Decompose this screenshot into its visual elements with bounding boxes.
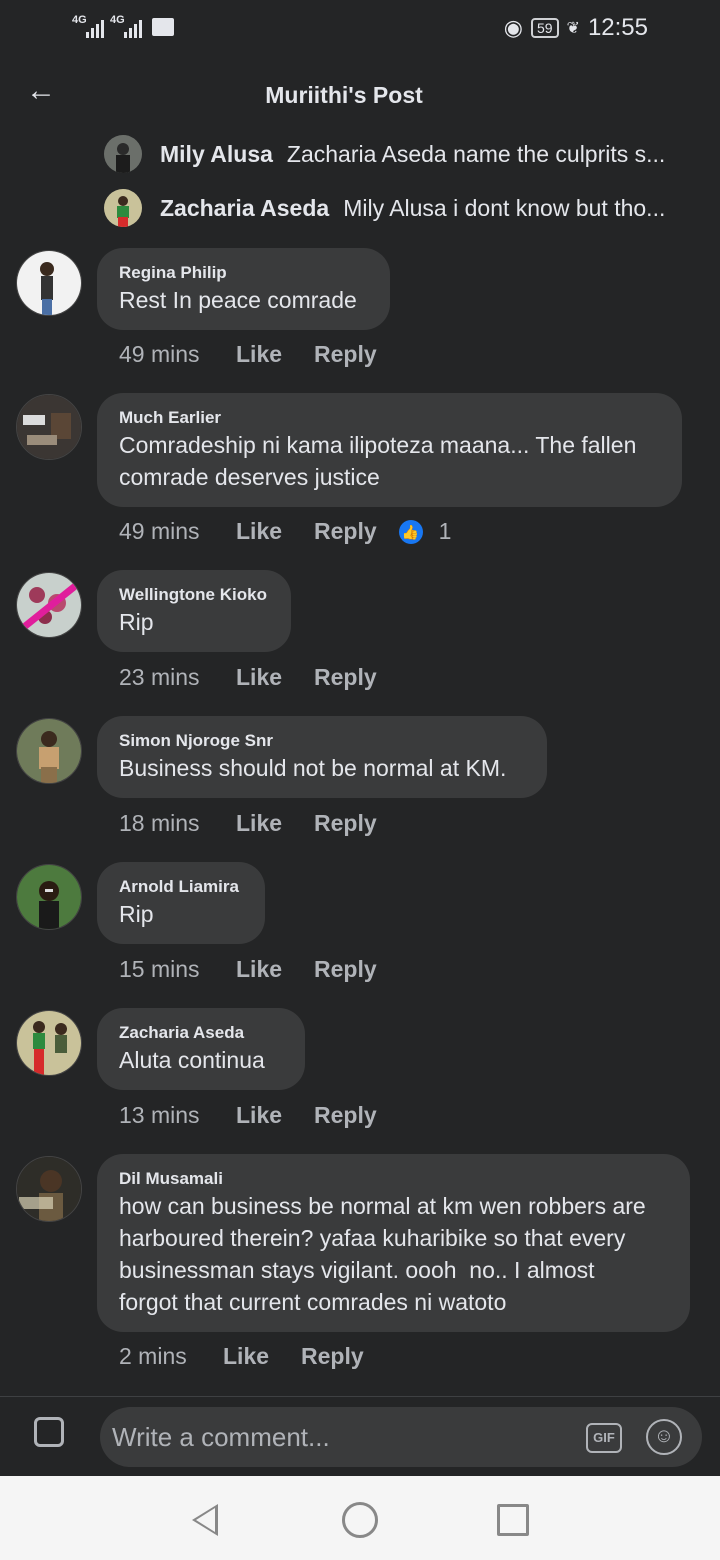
comment-text: Aluta continua	[119, 1047, 265, 1073]
avatar[interactable]	[16, 250, 82, 316]
reply-preview[interactable]: Zacharia Aseda Mily Alusa i dont know bu…	[104, 188, 704, 228]
comment-timestamp: 15 mins	[119, 956, 200, 982]
comment-text: Rip	[119, 901, 154, 927]
comment-timestamp: 2 mins	[119, 1343, 187, 1369]
photo-icon[interactable]	[34, 1417, 64, 1447]
comment-input-placeholder: Write a comment...	[112, 1422, 330, 1452]
like-button[interactable]: Like	[236, 810, 314, 837]
comment-timestamp: 49 mins	[119, 518, 200, 544]
avatar[interactable]	[16, 1156, 82, 1222]
comment-text-line: how can business be normal at km wen rob…	[119, 1193, 646, 1219]
like-button[interactable]: Like	[223, 1343, 301, 1370]
network-type-label: 4G	[72, 14, 87, 26]
commenter-name[interactable]: Zacharia Aseda	[119, 1022, 283, 1044]
like-button[interactable]: Like	[236, 518, 314, 545]
reply-button[interactable]: Reply	[314, 810, 377, 837]
avatar[interactable]	[16, 394, 82, 460]
avatar[interactable]	[16, 1010, 82, 1076]
signal-icon: 4G	[110, 14, 142, 38]
comment-timestamp: 23 mins	[119, 664, 200, 690]
avatar[interactable]	[16, 572, 82, 638]
comment-text-line: Comradeship ni kama ilipoteza maana... T…	[119, 432, 637, 458]
commenter-name[interactable]: Arnold Liamira	[119, 876, 243, 898]
commenter-name[interactable]: Simon Njoroge Snr	[119, 730, 525, 752]
nav-recents-icon[interactable]	[497, 1504, 529, 1536]
commenter-name[interactable]: Dil Musamali	[119, 1168, 668, 1190]
emoji-icon[interactable]: ☺	[646, 1419, 682, 1455]
reply-button[interactable]: Reply	[314, 956, 377, 983]
reply-button[interactable]: Reply	[314, 341, 377, 368]
comment-bubble[interactable]: Wellingtone Kioko Rip	[97, 570, 291, 652]
reply-button[interactable]: Reply	[301, 1343, 364, 1370]
avatar[interactable]	[16, 718, 82, 784]
comment-actions: 15 mins Like Reply	[119, 956, 377, 983]
comment-text-line: harboured therein? yafaa kuharibike so t…	[119, 1225, 626, 1251]
page-title: Muriithi's Post	[265, 82, 423, 108]
system-navigation-bar	[0, 1476, 720, 1560]
network-type-label: 4G	[110, 14, 125, 26]
comment-bubble[interactable]: Regina Philip Rest In peace comrade	[97, 248, 390, 330]
clock: 12:55	[587, 14, 648, 41]
like-button[interactable]: Like	[236, 1102, 314, 1129]
comment-text: Rest In peace comrade	[119, 287, 357, 313]
comment-bubble[interactable]: Dil Musamali how can business be normal …	[97, 1154, 690, 1332]
like-button[interactable]: Like	[236, 664, 314, 691]
avatar[interactable]	[104, 135, 142, 173]
comment-actions: 13 mins Like Reply	[119, 1102, 377, 1129]
comment-bubble[interactable]: Simon Njoroge Snr Business should not be…	[97, 716, 547, 798]
comment-input[interactable]: Write a comment... GIF ☺	[100, 1407, 702, 1467]
comment-bubble[interactable]: Much Earlier Comradeship ni kama ilipote…	[97, 393, 682, 507]
commenter-name[interactable]: Much Earlier	[119, 407, 660, 429]
comment-timestamp: 18 mins	[119, 810, 200, 836]
nav-back-icon[interactable]	[192, 1504, 218, 1536]
thumbs-up-icon: 👍	[398, 519, 423, 544]
comment-bubble[interactable]: Zacharia Aseda Aluta continua	[97, 1008, 305, 1090]
like-button[interactable]: Like	[236, 956, 314, 983]
avatar[interactable]	[104, 189, 142, 227]
comment-bubble[interactable]: Arnold Liamira Rip	[97, 862, 265, 944]
reply-preview[interactable]: Mily Alusa Zacharia Aseda name the culpr…	[104, 134, 704, 174]
comment-timestamp: 13 mins	[119, 1102, 200, 1128]
comment-composer: Write a comment... GIF ☺	[0, 1396, 720, 1477]
comment-text-line: businessman stays vigilant. oooh no.. I …	[119, 1257, 595, 1283]
comment-timestamp: 49 mins	[119, 341, 200, 367]
comment-actions: 23 mins Like Reply	[119, 664, 377, 691]
comment-text: Rip	[119, 609, 154, 635]
reply-button[interactable]: Reply	[314, 518, 377, 545]
comment-actions: 49 mins Like Reply	[119, 341, 377, 368]
signal-icon: 4G	[72, 14, 104, 38]
eye-comfort-icon: ◉	[503, 15, 523, 40]
comment-actions: 2 mins Like Reply	[119, 1343, 364, 1370]
post-header: ← Muriithi's Post	[0, 60, 720, 130]
commenter-name[interactable]: Wellingtone Kioko	[119, 584, 269, 606]
comment-actions: 18 mins Like Reply	[119, 810, 377, 837]
reply-button[interactable]: Reply	[314, 664, 377, 691]
commenter-name[interactable]: Mily Alusa	[160, 141, 273, 168]
avatar[interactable]	[16, 864, 82, 930]
comment-text-line: forgot that current comrades ni watoto	[119, 1289, 507, 1315]
reaction-count: 1	[438, 518, 452, 544]
nav-home-icon[interactable]	[342, 1502, 378, 1538]
comment-text: Business should not be normal at KM.	[119, 755, 507, 781]
comment-actions: 49 mins Like Reply 👍 1	[119, 518, 451, 545]
gif-icon[interactable]: GIF	[586, 1423, 622, 1453]
reply-button[interactable]: Reply	[314, 1102, 377, 1129]
status-bar: 4G 4G ◉ 59 ❦ 12:55	[0, 0, 720, 56]
message-notification-icon	[152, 18, 174, 36]
reply-text: Mily Alusa i dont know but tho...	[343, 194, 666, 221]
commenter-name[interactable]: Zacharia Aseda	[160, 195, 329, 222]
reaction-summary[interactable]: 👍 1	[398, 518, 452, 545]
commenter-name[interactable]: Regina Philip	[119, 262, 368, 284]
like-button[interactable]: Like	[236, 341, 314, 368]
battery-icon: 59	[530, 18, 559, 38]
reply-text: Zacharia Aseda name the culprits s...	[286, 140, 666, 167]
comment-text-line: comrade deserves justice	[119, 464, 380, 490]
power-saving-icon: ❦	[566, 20, 580, 37]
